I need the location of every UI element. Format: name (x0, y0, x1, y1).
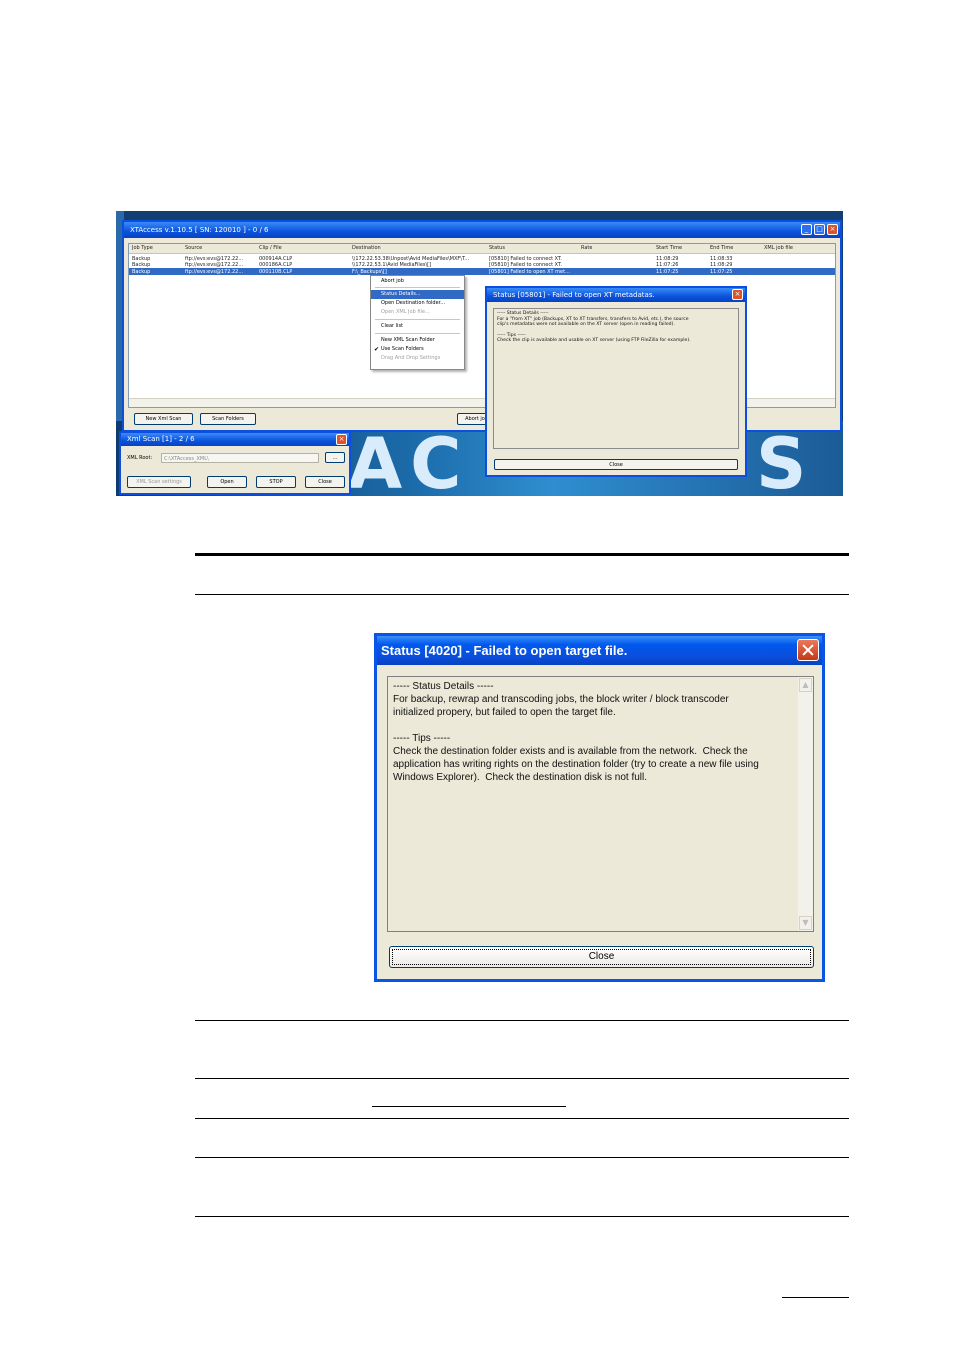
wallpaper-logo-right: S (756, 423, 815, 496)
col-clip-file[interactable]: Clip / File (259, 244, 282, 252)
col-start-time[interactable]: Start Time (656, 244, 682, 252)
col-xml-job-file[interactable]: XML job file (764, 244, 793, 252)
scroll-down-icon[interactable]: ▼ (799, 916, 812, 930)
status-dialog-title: Status [4020] - Failed to open target fi… (377, 636, 822, 665)
xtaccess-screenshot: AC S XTAccess v.1.10.5 [ SN: 120010 ] - … (116, 211, 843, 496)
small-status-close-icon[interactable]: × (732, 289, 743, 300)
xml-scan-title: Xml Scan [1] - 2 / 6 (121, 433, 349, 446)
cell-source: ftp://evs:evs@172.22... (185, 269, 244, 275)
table-row-divider (195, 594, 849, 595)
small-status-text: ----- Status Details ----- For a "from X… (493, 308, 739, 449)
small-status-close-button[interactable]: Close (494, 459, 738, 470)
scroll-up-icon[interactable]: ▲ (799, 678, 812, 692)
table-row-divider (195, 1020, 849, 1021)
status-line: ----- Status Details ----- (393, 681, 494, 692)
table-row-selected[interactable]: Backup ftp://evs:evs@172.22... 000110B.C… (129, 268, 835, 275)
status-line: ----- Tips ----- (393, 733, 451, 744)
maximize-button[interactable]: □ (814, 224, 825, 235)
status-details-textbox[interactable]: ----- Status Details ----- For backup, r… (387, 676, 814, 932)
status-details-text: ----- Status Details ----- For backup, r… (393, 680, 788, 784)
menu-separator (375, 319, 460, 320)
menu-clear-list[interactable]: Clear list (371, 322, 464, 331)
table-bottom-rule (195, 1216, 849, 1217)
close-button[interactable]: Close (389, 946, 814, 968)
xml-scan-close-icon[interactable]: × (336, 434, 347, 445)
table-row[interactable]: Backup ftp://evs:evs@172.22... 000186A.C… (129, 261, 835, 268)
page-number-rule (782, 1297, 849, 1298)
minimize-button[interactable]: _ (801, 224, 812, 235)
close-button[interactable]: × (827, 224, 838, 235)
menu-open-xml-job-file: Open XML Job file... (381, 309, 430, 315)
menu-abort-job[interactable]: Abort job (371, 277, 464, 286)
context-menu: Abort job Status Details... Open Destina… (370, 275, 465, 370)
status-line: Check the destination folder exists and … (393, 746, 748, 757)
status-line (393, 719, 788, 732)
table-row-divider (195, 1157, 849, 1158)
menu-use-scan-folders[interactable]: Use Scan Folders (371, 345, 464, 354)
cell-clip: 000110B.CLP (259, 269, 293, 275)
window-title: XTAccess v.1.10.5 [ SN: 120010 ] - 0 / 6 (124, 222, 840, 238)
small-status-dialog: Status [05801] - Failed to open XT metad… (485, 286, 747, 477)
menu-status-details[interactable]: Status Details... (371, 290, 464, 299)
xml-scan-stop-button[interactable]: STOP (256, 476, 296, 488)
menu-separator (375, 333, 460, 334)
xml-scan-close-button[interactable]: Close (305, 476, 345, 488)
xml-root-field[interactable]: C:\XTAccess_XML\ (161, 453, 319, 463)
col-end-time[interactable]: End Time (710, 244, 733, 252)
status-line: For backup, rewrap and transcoding jobs,… (393, 694, 729, 705)
cell-job-type: Backup (132, 269, 151, 275)
wallpaper-logo-left: AC (348, 423, 470, 496)
col-status[interactable]: Status (489, 244, 505, 252)
cell-start-time: 11:07:25 (656, 269, 679, 275)
menu-drag-drop-settings: Drag And Drop Settings (381, 355, 441, 361)
browse-button[interactable]: ... (325, 452, 345, 463)
close-icon[interactable] (797, 639, 819, 661)
status-line: initialized propery, but failed to open … (393, 707, 616, 718)
table-row-divider (195, 1118, 849, 1119)
col-job-type[interactable]: Job Type (132, 244, 153, 252)
table-top-rule (195, 553, 849, 556)
job-list-header: Job Type Source Clip / File Destination … (129, 244, 835, 254)
status-line: application has writing rights on the de… (393, 759, 759, 770)
table-row-divider (195, 1078, 849, 1079)
link-underline[interactable] (372, 1106, 566, 1107)
xml-scan-window: Xml Scan [1] - 2 / 6 × XML Root: C:\XTAc… (119, 431, 351, 495)
status-line: Check the clip is available and usable o… (497, 338, 691, 343)
new-xml-scan-button[interactable]: New Xml Scan (134, 413, 193, 425)
cell-end-time: 11:07:25 (710, 269, 733, 275)
col-source[interactable]: Source (185, 244, 202, 252)
small-status-title: Status [05801] - Failed to open XT metad… (487, 288, 745, 302)
status-line: Windows Explorer). Check the destination… (393, 772, 647, 783)
col-destination[interactable]: Destination (352, 244, 381, 252)
menu-new-xml-scan-folder[interactable]: New XML Scan Folder (371, 336, 464, 345)
cell-status: [05801] Failed to open XT met... (489, 269, 570, 275)
xml-scan-settings-button[interactable]: XML Scan settings (127, 476, 191, 488)
xml-root-label: XML Root: (127, 455, 153, 461)
scan-folders-button[interactable]: Scan Folders (200, 413, 256, 425)
col-rate[interactable]: Rate (581, 244, 592, 252)
menu-open-destination[interactable]: Open Destination folder... (371, 299, 464, 308)
vertical-scrollbar[interactable]: ▲ ▼ (798, 677, 813, 931)
menu-separator (375, 287, 460, 288)
status-dialog: Status [4020] - Failed to open target fi… (374, 633, 825, 982)
xml-scan-open-button[interactable]: Open (207, 476, 247, 488)
